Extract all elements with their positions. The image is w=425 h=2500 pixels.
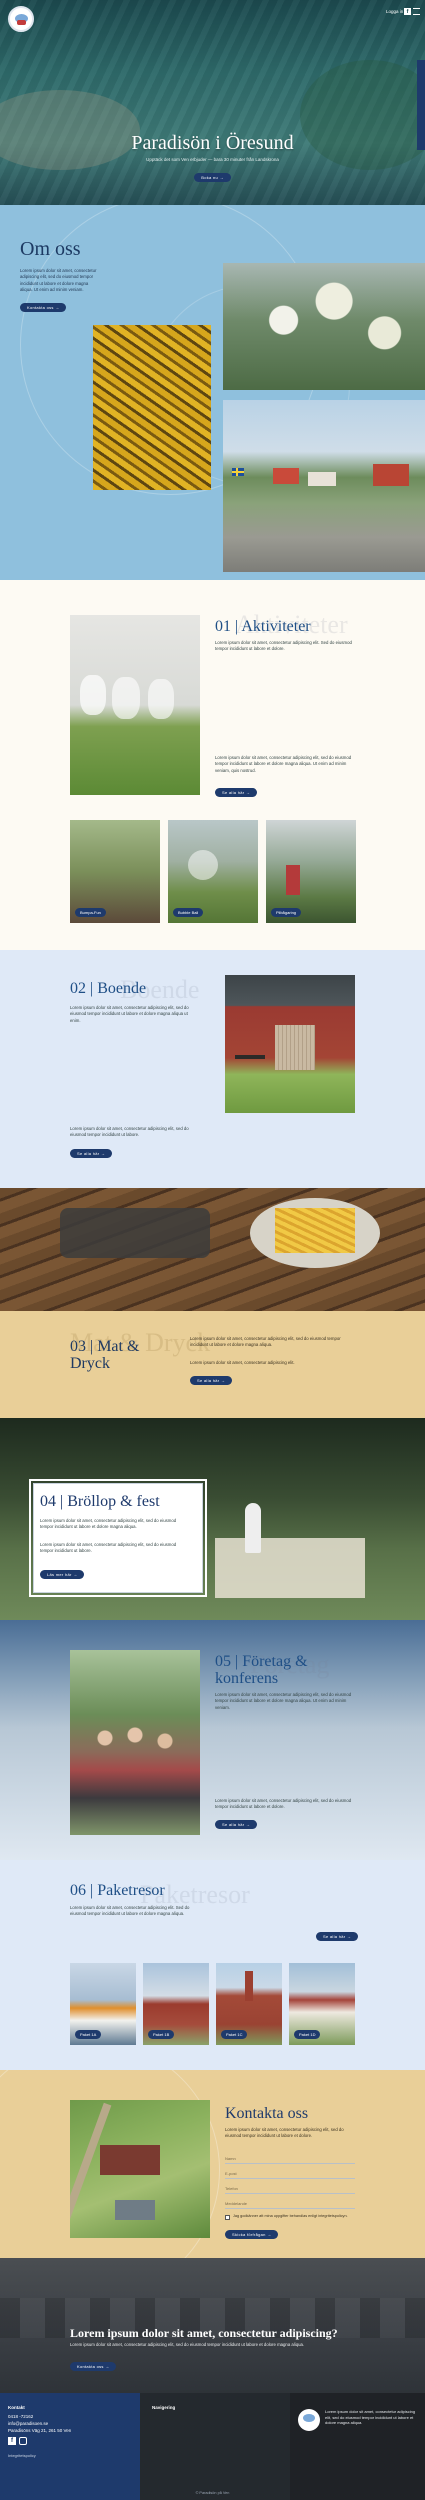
- packages-text: Lorem ipsum dolor sit amet, consectetur …: [70, 1905, 190, 1917]
- business-text-1: Lorem ipsum dolor sit amet, consectetur …: [215, 1692, 352, 1710]
- business-title: 05 | Företag & konferens: [215, 1653, 308, 1687]
- package-card-label: Paket 1A: [75, 2030, 102, 2039]
- food-see-all-button[interactable]: Se alla här: [190, 1376, 233, 1385]
- contact-text: Lorem ipsum dolor sit amet, consectetur …: [225, 2127, 344, 2139]
- about-contact-button[interactable]: Kontakta oss: [20, 303, 67, 312]
- package-card-label: Paket 1D: [294, 2030, 321, 2039]
- footer-about-text: Lorem ipsum dolor sit amet, consectetur …: [325, 2409, 416, 2426]
- footer-instagram-icon[interactable]: [19, 2437, 27, 2445]
- food-text-1: Lorem ipsum dolor sit amet, consectetur …: [190, 1336, 341, 1348]
- food-section: Mat & Dryck 03 | Mat & Dryck Lorem ipsum…: [0, 1188, 425, 1418]
- activities-text-2: Lorem ipsum dolor sit amet, consectetur …: [215, 755, 352, 773]
- footer-phone[interactable]: 0418 -72162: [8, 2414, 133, 2419]
- consent-checkbox[interactable]: [225, 2215, 230, 2220]
- wedding-section: 04 | Bröllop & fest Lorem ipsum dolor si…: [0, 1418, 425, 1620]
- activity-card-label: Bubble Ball: [173, 908, 204, 917]
- activity-card-bumpa-fun[interactable]: Bumpa-Fun: [70, 820, 160, 923]
- about-text: Lorem ipsum dolor sit amet, consectetur …: [20, 268, 97, 293]
- hero-title: Paradisön i Öresund: [131, 132, 294, 154]
- contact-aerial-photo: [70, 2100, 210, 2238]
- food-photo-banner: [0, 1188, 425, 1311]
- footer-facebook-icon[interactable]: f: [8, 2437, 16, 2445]
- activities-text-1: Lorem ipsum dolor sit amet, consectetur …: [215, 640, 352, 652]
- cta-title: Lorem ipsum dolor sit amet, consectetur …: [70, 2326, 338, 2340]
- activity-card-pilbagaring[interactable]: Pilbågaring: [266, 820, 356, 923]
- message-field[interactable]: Meddelande: [225, 2201, 355, 2206]
- cta-contact-button[interactable]: Kontakta oss: [70, 2362, 117, 2371]
- packages-section: Paketresor 06 | Paketresor Lorem ipsum d…: [0, 1860, 425, 2070]
- phone-field[interactable]: Telefon: [225, 2186, 355, 2191]
- facebook-icon[interactable]: f: [404, 8, 411, 15]
- consent-text: Jag godkänner att mina uppgifter behandl…: [233, 2214, 348, 2218]
- activity-card-label: Pilbågaring: [271, 908, 302, 917]
- activity-card-bubble-ball[interactable]: Bubble Ball: [168, 820, 258, 923]
- food-title: 03 | Mat & Dryck: [70, 1338, 140, 1372]
- accommodation-title: 02 | Boende: [70, 980, 147, 997]
- about-section: Om oss Lorem ipsum dolor sit amet, conse…: [0, 205, 425, 580]
- accommodation-text-1: Lorem ipsum dolor sit amet, consectetur …: [70, 1005, 189, 1023]
- activities-main-photo: [70, 615, 200, 795]
- cta-text: Lorem ipsum dolor sit amet, consectetur …: [70, 2342, 305, 2347]
- activities-section: Aktiviteter 01 | Aktiviteter Lorem ipsum…: [0, 580, 425, 950]
- business-team-photo: [70, 1650, 200, 1835]
- about-title: Om oss: [20, 238, 81, 260]
- package-card-1c[interactable]: Paket 1C: [216, 1963, 282, 2045]
- hero-section: Logga in f Paradisön i Öresund Upptäck d…: [0, 0, 425, 205]
- about-photo-flowers: [223, 263, 425, 390]
- about-photo-village: [223, 400, 425, 572]
- site-logo[interactable]: [8, 6, 34, 32]
- wedding-read-more-button[interactable]: Läs mer här: [40, 1570, 85, 1579]
- footer-address: Paradisöns Väg 21, 261 50 Ven: [8, 2428, 72, 2433]
- about-photo-yellow-chairs: [93, 325, 211, 490]
- footer-copyright: © Paradisön på Ven: [195, 2491, 230, 2495]
- food-text-2: Lorem ipsum dolor sit amet, consectetur …: [190, 1360, 295, 1365]
- package-card-1a[interactable]: Paket 1A: [70, 1963, 136, 2045]
- footer-contact-title: Kontakt: [8, 2405, 25, 2410]
- hero-book-button[interactable]: Boka nu: [194, 173, 231, 182]
- contact-submit-button[interactable]: Skicka förfrågan: [225, 2230, 279, 2239]
- business-text-2: Lorem ipsum dolor sit amet, consectetur …: [215, 1798, 352, 1810]
- business-see-all-button[interactable]: Se alla här: [215, 1820, 258, 1829]
- cta-section: Lorem ipsum dolor sit amet, consectetur …: [0, 2258, 425, 2393]
- package-card-label: Paket 1B: [148, 2030, 175, 2039]
- accommodation-section: Boende 02 | Boende Lorem ipsum dolor sit…: [0, 950, 425, 1188]
- hamburger-icon[interactable]: [413, 8, 420, 15]
- wedding-text-2: Lorem ipsum dolor sit amet, consectetur …: [40, 1542, 177, 1554]
- wedding-title: 04 | Bröllop & fest: [40, 1493, 160, 1510]
- wedding-text-1: Lorem ipsum dolor sit amet, consectetur …: [40, 1518, 177, 1530]
- business-section: Företag 05 | Företag & konferens Lorem i…: [0, 1620, 425, 1860]
- package-card-label: Paket 1C: [221, 2030, 248, 2039]
- email-field[interactable]: E-post: [225, 2171, 355, 2176]
- footer-nav-title: Navigering: [152, 2405, 176, 2410]
- activities-see-all-button[interactable]: Se alla här: [215, 788, 258, 797]
- login-link[interactable]: Logga in: [386, 9, 403, 14]
- accommodation-see-all-button[interactable]: Se alla här: [70, 1149, 113, 1158]
- packages-see-all-button[interactable]: Se alla här: [316, 1932, 359, 1941]
- footer-logo: [298, 2409, 320, 2431]
- contact-title: Kontakta oss: [225, 2105, 309, 2122]
- footer: Kontakt 0418 -72162 info@paradisoen.se P…: [0, 2393, 425, 2500]
- activities-title: 01 | Aktiviteter: [215, 618, 311, 635]
- hero-subtitle: Upptäck det som Ven erbjuder — bara 30 m…: [146, 157, 279, 162]
- contact-section: Kontakta oss Lorem ipsum dolor sit amet,…: [0, 2070, 425, 2258]
- packages-title: 06 | Paketresor: [70, 1882, 165, 1899]
- package-card-1d[interactable]: Paket 1D: [289, 1963, 355, 2045]
- accommodation-text-2: Lorem ipsum dolor sit amet, consectetur …: [70, 1126, 189, 1138]
- accommodation-photo: [225, 975, 355, 1113]
- footer-email[interactable]: info@paradisoen.se: [8, 2421, 133, 2426]
- name-field[interactable]: Namn: [225, 2156, 355, 2161]
- package-card-1b[interactable]: Paket 1B: [143, 1963, 209, 2045]
- footer-privacy-link[interactable]: Integritetspolicy: [8, 2453, 133, 2458]
- activity-card-label: Bumpa-Fun: [75, 908, 106, 917]
